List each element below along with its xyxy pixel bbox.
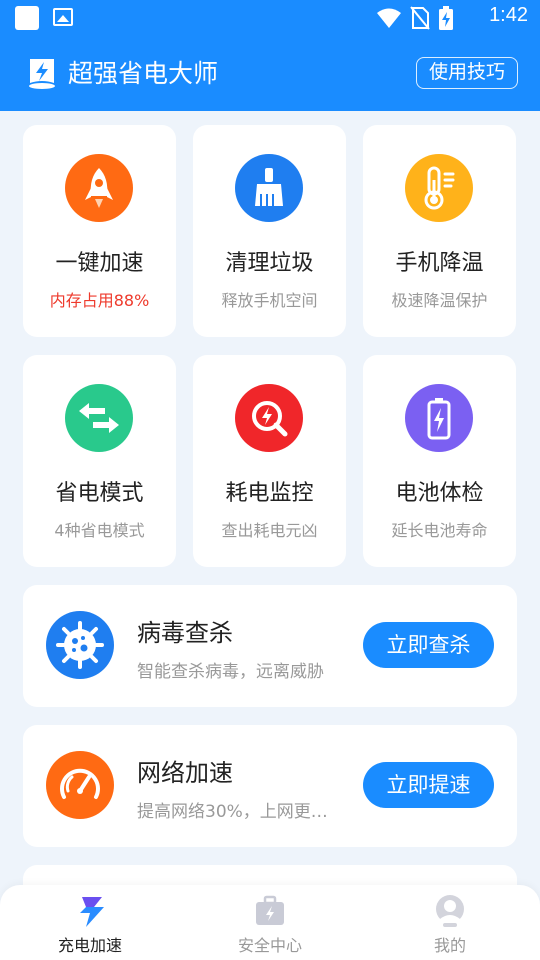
scan-now-button[interactable]: 立即查杀 [363, 622, 494, 668]
tile-battery-check[interactable]: 电池体检 延长电池寿命 [363, 355, 516, 567]
feature-subtitle: 智能查杀病毒，远离威胁 [137, 662, 324, 682]
nav-label: 充电加速 [57, 936, 122, 955]
tile-title: 电池体检 [395, 481, 484, 506]
nav-security-center[interactable]: 安全中心 [180, 885, 360, 960]
tile-clean-junk[interactable]: 清理垃圾 释放手机空间 [193, 125, 346, 337]
nav-label: 我的 [433, 936, 466, 955]
tile-title: 一键加速 [55, 251, 144, 276]
power-save-logo-icon [29, 59, 55, 89]
tile-title: 清理垃圾 [225, 251, 314, 276]
feature-network-boost: 网络加速 提高网络30%，上网更… 立即提速 [23, 725, 517, 847]
app-header: 超强省电大师 使用技巧 [0, 36, 540, 111]
boost-now-button[interactable]: 立即提速 [363, 762, 494, 808]
tile-subtitle: 4种省电模式 [54, 521, 145, 540]
tile-subtitle: 内存占用88% [49, 291, 150, 310]
status-bar: 1:42 [0, 0, 540, 36]
charge-icon [80, 897, 104, 927]
swap-arrows-icon [65, 384, 133, 452]
image-icon [53, 8, 73, 26]
wifi-icon [377, 8, 401, 28]
toolbox-icon [256, 895, 284, 925]
virus-icon [46, 611, 114, 679]
nav-charge-boost[interactable]: 充电加速 [0, 885, 180, 960]
no-sim-icon [410, 6, 430, 30]
app-title: 超强省电大师 [68, 59, 219, 88]
rocket-icon [65, 154, 133, 222]
battery-icon [405, 384, 473, 452]
status-icons [376, 6, 454, 30]
tile-subtitle: 释放手机空间 [221, 291, 318, 310]
status-time: 1:42 [489, 4, 528, 26]
tile-power-monitor[interactable]: 耗电监控 查出耗电元凶 [193, 355, 346, 567]
feature-title: 网络加速 [137, 759, 233, 787]
thermometer-icon [405, 154, 473, 222]
tile-subtitle: 延长电池寿命 [391, 521, 488, 540]
power-search-icon [235, 384, 303, 452]
profile-icon [436, 895, 464, 927]
tile-power-save-mode[interactable]: 省电模式 4种省电模式 [23, 355, 176, 567]
tile-title: 省电模式 [55, 481, 144, 506]
tile-title: 耗电监控 [225, 481, 314, 506]
nav-label: 安全中心 [237, 936, 302, 955]
feature-title: 病毒查杀 [137, 619, 233, 647]
tile-subtitle: 查出耗电元凶 [221, 521, 318, 540]
speedometer-icon [46, 751, 114, 819]
feature-subtitle: 提高网络30%，上网更… [137, 802, 328, 822]
tile-subtitle: 极速降温保护 [391, 291, 488, 310]
tile-one-key-boost[interactable]: 一键加速 内存占用88% [23, 125, 176, 337]
battery-charging-icon [439, 6, 453, 30]
broom-icon [235, 154, 303, 222]
nav-mine[interactable]: 我的 [360, 885, 540, 960]
feature-virus-scan: 病毒查杀 智能查杀病毒，远离威胁 立即查杀 [23, 585, 517, 707]
app-square-icon [15, 6, 39, 30]
bottom-nav: 充电加速 安全中心 我的 [0, 885, 540, 960]
tile-phone-cooling[interactable]: 手机降温 极速降温保护 [363, 125, 516, 337]
tile-title: 手机降温 [395, 251, 484, 276]
usage-tips-button[interactable]: 使用技巧 [416, 57, 518, 89]
